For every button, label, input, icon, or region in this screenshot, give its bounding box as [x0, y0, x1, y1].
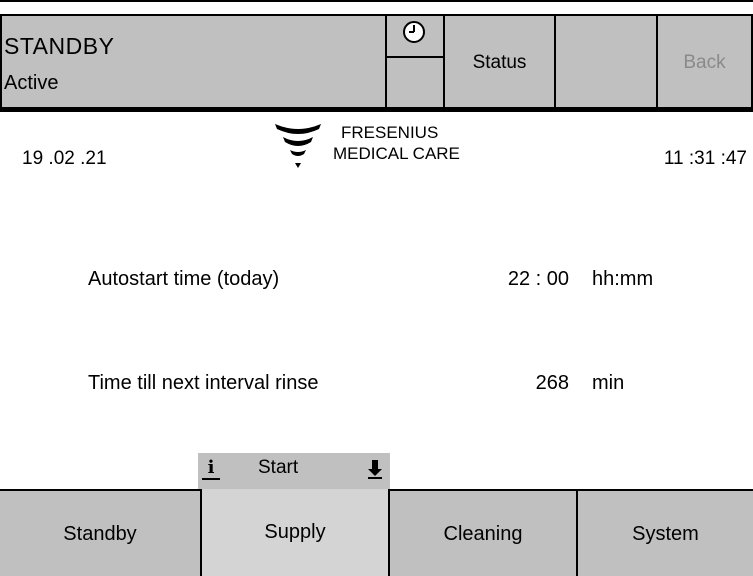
back-button-label: Back	[683, 52, 726, 73]
rinse-label: Time till next interval rinse	[88, 372, 319, 394]
back-button[interactable]: Back	[656, 14, 753, 109]
clock-divider	[387, 56, 443, 58]
brand-name: FRESENIUS MEDICAL CARE	[333, 122, 460, 164]
tab-supply-label: Supply	[264, 521, 326, 543]
tab-standby[interactable]: Standby	[0, 491, 200, 576]
status-button[interactable]: Status	[443, 14, 556, 109]
time-display: 11 :31 :47	[663, 148, 747, 169]
empty-header-button	[554, 14, 658, 109]
tab-system[interactable]: System	[578, 491, 753, 576]
machine-state-panel: STANDBY Active	[0, 14, 387, 109]
arrow-down-icon[interactable]	[366, 458, 384, 480]
rinse-unit: min	[592, 372, 625, 394]
header-divider	[0, 109, 753, 112]
dialysis-screen: STANDBY Active Status Back 19 .02 .21 FR…	[0, 0, 753, 576]
top-border	[0, 0, 753, 2]
rinse-value: 268	[535, 372, 569, 394]
autostart-label: Autostart time (today)	[88, 268, 280, 290]
clock-icon	[403, 21, 425, 43]
autostart-value: 22 : 00	[507, 268, 569, 290]
tab-cleaning[interactable]: Cleaning	[390, 491, 578, 576]
date-display: 19 .02 .21	[22, 148, 107, 169]
sub-state-label: Active	[4, 72, 59, 94]
tab-cleaning-label: Cleaning	[443, 523, 523, 545]
tab-system-label: System	[632, 523, 699, 545]
autostart-unit: hh:mm	[592, 268, 654, 290]
header-bar: STANDBY Active Status Back	[0, 14, 753, 109]
fresenius-logo-icon	[275, 124, 321, 168]
brand-line-1: FRESENIUS	[341, 123, 439, 142]
status-button-label: Status	[472, 52, 527, 73]
start-label: Start	[258, 457, 299, 478]
start-bar[interactable]: i Start	[198, 453, 390, 489]
brand-line-2: MEDICAL CARE	[333, 144, 460, 163]
tab-standby-label: Standby	[63, 523, 137, 545]
mode-label: STANDBY	[4, 33, 115, 59]
tab-supply[interactable]: Supply	[200, 489, 390, 576]
clock-button[interactable]	[385, 14, 445, 109]
info-icon[interactable]: i	[202, 458, 220, 480]
